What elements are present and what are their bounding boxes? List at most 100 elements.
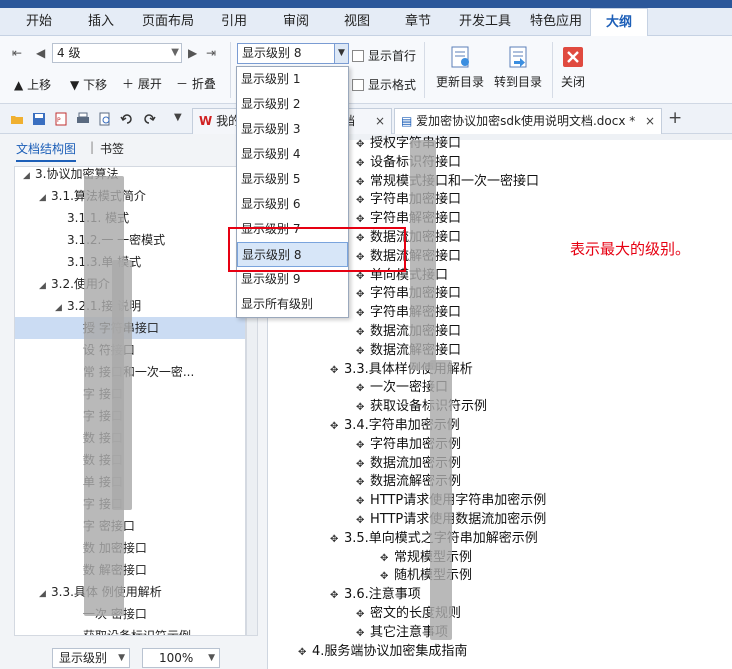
outline-paragraph[interactable]: ✥ 获取设备标识符示例: [356, 397, 487, 416]
outline-bullet-icon[interactable]: ✥: [356, 605, 370, 624]
dropdown-option[interactable]: 显示级别 5: [237, 167, 348, 192]
outline-paragraph[interactable]: ✥字符串加密接口: [356, 284, 461, 303]
outline-bullet-icon[interactable]: ✥: [356, 473, 370, 492]
tree-item[interactable]: ◢ 3.协议加密算法: [15, 167, 245, 187]
promote-icon[interactable]: ◀: [36, 46, 45, 60]
promote-to-heading-icon[interactable]: ⇤: [12, 46, 22, 60]
tree-item[interactable]: 获取设备标识符示例: [15, 625, 245, 635]
outline-bullet-icon[interactable]: ✥: [356, 191, 370, 210]
doc-tab-my[interactable]: W 我的: [192, 108, 240, 134]
close-tab-icon[interactable]: ×: [375, 109, 385, 133]
show-level-select[interactable]: 显示级别 8 ▼: [237, 43, 349, 64]
outline-bullet-icon[interactable]: ✥: [356, 624, 370, 643]
zoom-select[interactable]: 100% ▼: [142, 648, 220, 668]
open-folder-icon[interactable]: [10, 112, 24, 126]
tab-review[interactable]: 审阅: [283, 8, 309, 36]
outline-bullet-icon[interactable]: ✥: [356, 323, 370, 342]
collapse-triangle-icon[interactable]: ◢: [55, 297, 67, 319]
outline-paragraph[interactable]: ✥设备标识符接口: [356, 153, 461, 172]
outline-bullet-icon[interactable]: ✥: [356, 492, 370, 511]
tab-bookmarks[interactable]: 书签: [100, 140, 124, 157]
tree-item[interactable]: 数 加密接口: [15, 537, 245, 559]
dropdown-option[interactable]: 显示级别 4: [237, 142, 348, 167]
expand-button[interactable]: ＋ 展开: [122, 75, 162, 92]
collapse-triangle-icon[interactable]: ◢: [39, 583, 51, 605]
show-format-checkbox[interactable]: 显示格式: [352, 76, 416, 93]
tree-item[interactable]: ◢3.1.算法模式简介: [15, 185, 245, 209]
tree-item[interactable]: 3.1.1. 模式: [15, 207, 245, 229]
outline-bullet-icon[interactable]: ✥: [330, 417, 344, 436]
dropdown-option[interactable]: 显示级别 6: [237, 192, 348, 217]
show-level-button[interactable]: 显示级别 ▼: [52, 648, 130, 668]
customize-toolbar-icon[interactable]: ▼: [174, 112, 182, 123]
tree-item[interactable]: ◢ 3.3.具体 例使用解析: [15, 581, 245, 605]
outline-bullet-icon[interactable]: ✥: [330, 361, 344, 380]
undo-icon[interactable]: [120, 112, 134, 126]
tree-item[interactable]: 字 密接口: [15, 515, 245, 537]
outline-bullet-icon[interactable]: ✥: [356, 379, 370, 398]
outline-bullet-icon[interactable]: ✥: [356, 342, 370, 361]
move-up-button[interactable]: ▲ 上移: [14, 76, 51, 93]
outline-bullet-icon[interactable]: ✥: [330, 586, 344, 605]
tab-references[interactable]: 引用: [221, 8, 247, 36]
print-icon[interactable]: [76, 112, 90, 126]
outline-paragraph[interactable]: ✥数据流解密接口: [356, 341, 461, 360]
export-pdf-icon[interactable]: P: [54, 112, 68, 126]
outline-paragraph[interactable]: ✥字符串解密接口: [356, 209, 461, 228]
outline-paragraph[interactable]: ✥字符串解密接口: [356, 303, 461, 322]
outline-bullet-icon[interactable]: ✥: [356, 285, 370, 304]
outline-paragraph[interactable]: ✥ 3.6.注意事项: [330, 585, 421, 604]
dropdown-option[interactable]: 显示级别 2: [237, 92, 348, 117]
collapse-button[interactable]: － 折叠: [176, 75, 216, 92]
outline-bullet-icon[interactable]: ✥: [356, 154, 370, 173]
tab-section[interactable]: 章节: [405, 8, 431, 36]
collapse-triangle-icon[interactable]: ◢: [39, 187, 51, 209]
print-preview-icon[interactable]: [98, 112, 112, 126]
tab-insert[interactable]: 插入: [88, 8, 114, 36]
tree-item[interactable]: 3.1.2.一 一密模式: [15, 229, 245, 251]
outline-bullet-icon[interactable]: ✥: [356, 135, 370, 154]
dropdown-option[interactable]: 显示级别 1: [237, 67, 348, 92]
outline-bullet-icon[interactable]: ✥: [380, 567, 394, 586]
outline-paragraph[interactable]: ✥随机模型示例: [380, 566, 472, 585]
demote-to-body-icon[interactable]: ⇥: [206, 46, 216, 60]
tab-outline[interactable]: 大纲: [590, 8, 648, 36]
outline-paragraph[interactable]: ✥授权字符串接口: [356, 134, 461, 153]
new-tab-button[interactable]: +: [668, 108, 682, 128]
tab-page-layout[interactable]: 页面布局: [142, 8, 194, 36]
show-first-line-checkbox[interactable]: 显示首行: [352, 47, 416, 64]
tab-features[interactable]: 特色应用: [530, 8, 582, 36]
outline-paragraph[interactable]: ✥字符串加密接口: [356, 190, 461, 209]
outline-paragraph[interactable]: ✥常规模型示例: [380, 548, 472, 567]
dropdown-option[interactable]: 显示级别 3: [237, 117, 348, 142]
doc-tab-active[interactable]: ▤ 爱加密协议加密sdk使用说明文档.docx * ×: [394, 108, 662, 134]
outline-bullet-icon[interactable]: ✥: [298, 643, 312, 662]
outline-bullet-icon[interactable]: ✥: [356, 436, 370, 455]
tab-view[interactable]: 视图: [344, 8, 370, 36]
outline-level-select[interactable]: 4 级 ▼: [52, 43, 182, 63]
tree-item[interactable]: 一次 密接口: [15, 603, 245, 625]
outline-bullet-icon[interactable]: ✥: [356, 398, 370, 417]
tab-document-map[interactable]: 文档结构图: [16, 140, 77, 162]
outline-bullet-icon[interactable]: ✥: [356, 511, 370, 530]
outline-bullet-icon[interactable]: ✥: [356, 173, 370, 192]
outline-bullet-icon[interactable]: ✥: [356, 455, 370, 474]
redo-icon[interactable]: [142, 112, 156, 126]
outline-paragraph[interactable]: ✥ 常规模式接口和一次一密接口: [356, 172, 539, 191]
save-icon[interactable]: [32, 112, 46, 126]
move-down-button[interactable]: ▼ 下移: [70, 76, 107, 93]
outline-bullet-icon[interactable]: ✥: [330, 530, 344, 549]
outline-paragraph[interactable]: ✥ 4.服务端协议加密集成指南: [298, 642, 467, 661]
outline-paragraph[interactable]: ✥数据流加密接口: [356, 322, 461, 341]
dropdown-option[interactable]: 显示所有级别: [237, 292, 348, 317]
close-outline-button[interactable]: 关闭: [556, 44, 590, 90]
tab-home[interactable]: 开始: [26, 8, 52, 36]
outline-bullet-icon[interactable]: ✥: [356, 304, 370, 323]
collapse-triangle-icon[interactable]: ◢: [23, 167, 35, 187]
outline-bullet-icon[interactable]: ✥: [380, 549, 394, 568]
collapse-triangle-icon[interactable]: ◢: [39, 275, 51, 297]
close-tab-icon[interactable]: ×: [645, 109, 655, 133]
goto-toc-button[interactable]: 转到目录: [491, 44, 545, 90]
tab-developer[interactable]: 开发工具: [459, 8, 511, 36]
demote-icon[interactable]: ▶: [188, 46, 197, 60]
